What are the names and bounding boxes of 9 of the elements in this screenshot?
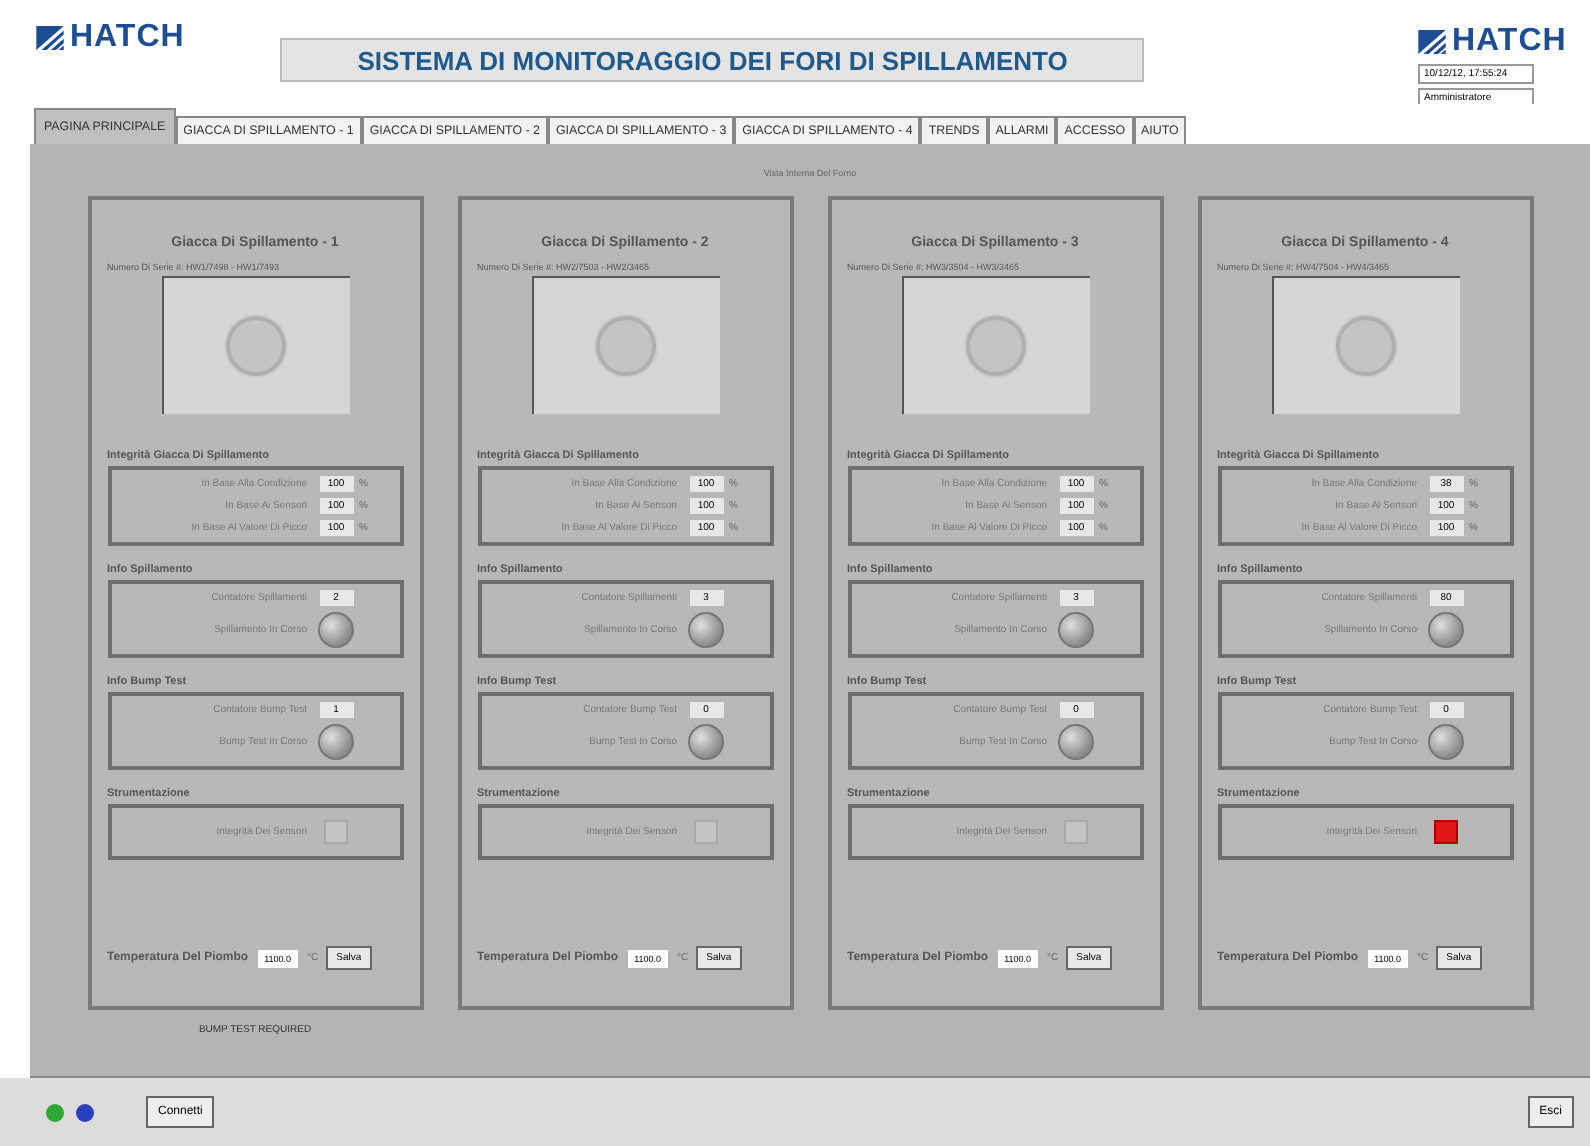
window-title: SISTEMA DI MONITORAGGIO DEI FORI DI SPILLAMENTO bbox=[280, 38, 1145, 82]
hole-icon bbox=[226, 316, 286, 376]
logo-text: HATCH bbox=[70, 20, 185, 56]
logo-icon bbox=[1418, 30, 1446, 54]
hole-icon bbox=[596, 316, 656, 376]
logo-text: HATCH bbox=[1452, 24, 1567, 60]
hole-icon bbox=[966, 316, 1026, 376]
logo-icon bbox=[36, 26, 64, 50]
hole-icon bbox=[1336, 316, 1396, 376]
